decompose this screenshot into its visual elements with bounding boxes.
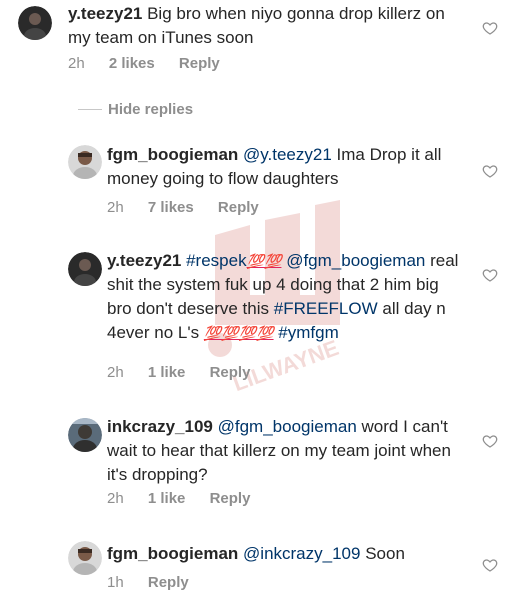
comment-time: 2h — [107, 490, 124, 507]
avatar[interactable] — [68, 145, 102, 179]
comment-time: 2h — [107, 364, 124, 381]
comment-meta: 2h 1 like Reply — [107, 490, 270, 507]
comment-username[interactable]: inkcrazy_109 — [107, 417, 213, 436]
comment-username[interactable]: fgm_boogieman — [107, 544, 238, 563]
comment-time: 2h — [107, 199, 124, 216]
reply-button[interactable]: Reply — [218, 199, 259, 216]
comment-text: y.teezy21 Big bro when niyo gonna drop k… — [68, 2, 468, 50]
heart-icon[interactable] — [482, 433, 498, 449]
comment-time: 1h — [107, 574, 124, 591]
comment-username[interactable]: fgm_boogieman — [107, 145, 238, 164]
mention-link[interactable]: @fgm_boogieman — [286, 251, 425, 270]
comment-body: Soon — [365, 544, 405, 563]
heart-icon[interactable] — [482, 163, 498, 179]
comment-text: fgm_boogieman @inkcrazy_109 Soon — [107, 542, 467, 566]
divider — [78, 108, 102, 110]
hashtag-link[interactable]: #ymfgm — [278, 323, 338, 342]
hashtag-link[interactable]: #respek — [186, 251, 246, 270]
comment-text: y.teezy21 #respek💯💯 @fgm_boogieman real … — [107, 249, 467, 345]
heart-icon[interactable] — [482, 20, 498, 36]
likes-count[interactable]: 1 like — [148, 490, 186, 507]
heart-icon[interactable] — [482, 557, 498, 573]
avatar[interactable] — [68, 252, 102, 286]
comment-text: fgm_boogieman @y.teezy21 Ima Drop it all… — [107, 143, 467, 191]
hundred-points-icon: 💯💯 — [246, 253, 282, 269]
mention-link[interactable]: @fgm_boogieman — [218, 417, 357, 436]
hide-replies-label[interactable]: Hide replies — [108, 101, 193, 118]
reply-button[interactable]: Reply — [210, 490, 251, 507]
comment-username[interactable]: y.teezy21 — [107, 251, 181, 270]
avatar[interactable] — [18, 6, 52, 40]
comment-meta: 2h 7 likes Reply — [107, 199, 279, 216]
likes-count[interactable]: 7 likes — [148, 199, 194, 216]
comment-meta: 2h 1 like Reply — [107, 364, 270, 381]
likes-count[interactable]: 2 likes — [109, 55, 155, 72]
comment-meta: 1h Reply — [107, 574, 209, 591]
mention-link[interactable]: @inkcrazy_109 — [243, 544, 360, 563]
mention-link[interactable]: @y.teezy21 — [243, 145, 332, 164]
avatar[interactable] — [68, 541, 102, 575]
comment-time: 2h — [68, 55, 85, 72]
avatar[interactable] — [68, 418, 102, 452]
heart-icon[interactable] — [482, 267, 498, 283]
comment-text: inkcrazy_109 @fgm_boogieman word I can't… — [107, 415, 467, 487]
hundred-points-icon: 💯💯💯💯 — [203, 325, 274, 341]
hide-replies-button[interactable]: Hide replies — [78, 99, 193, 119]
reply-button[interactable]: Reply — [179, 55, 220, 72]
comment-username[interactable]: y.teezy21 — [68, 4, 142, 23]
reply-button[interactable]: Reply — [148, 574, 189, 591]
likes-count[interactable]: 1 like — [148, 364, 186, 381]
hashtag-link[interactable]: #FREEFLOW — [274, 299, 378, 318]
reply-button[interactable]: Reply — [210, 364, 251, 381]
comment-meta: 2h 2 likes Reply — [68, 55, 240, 72]
